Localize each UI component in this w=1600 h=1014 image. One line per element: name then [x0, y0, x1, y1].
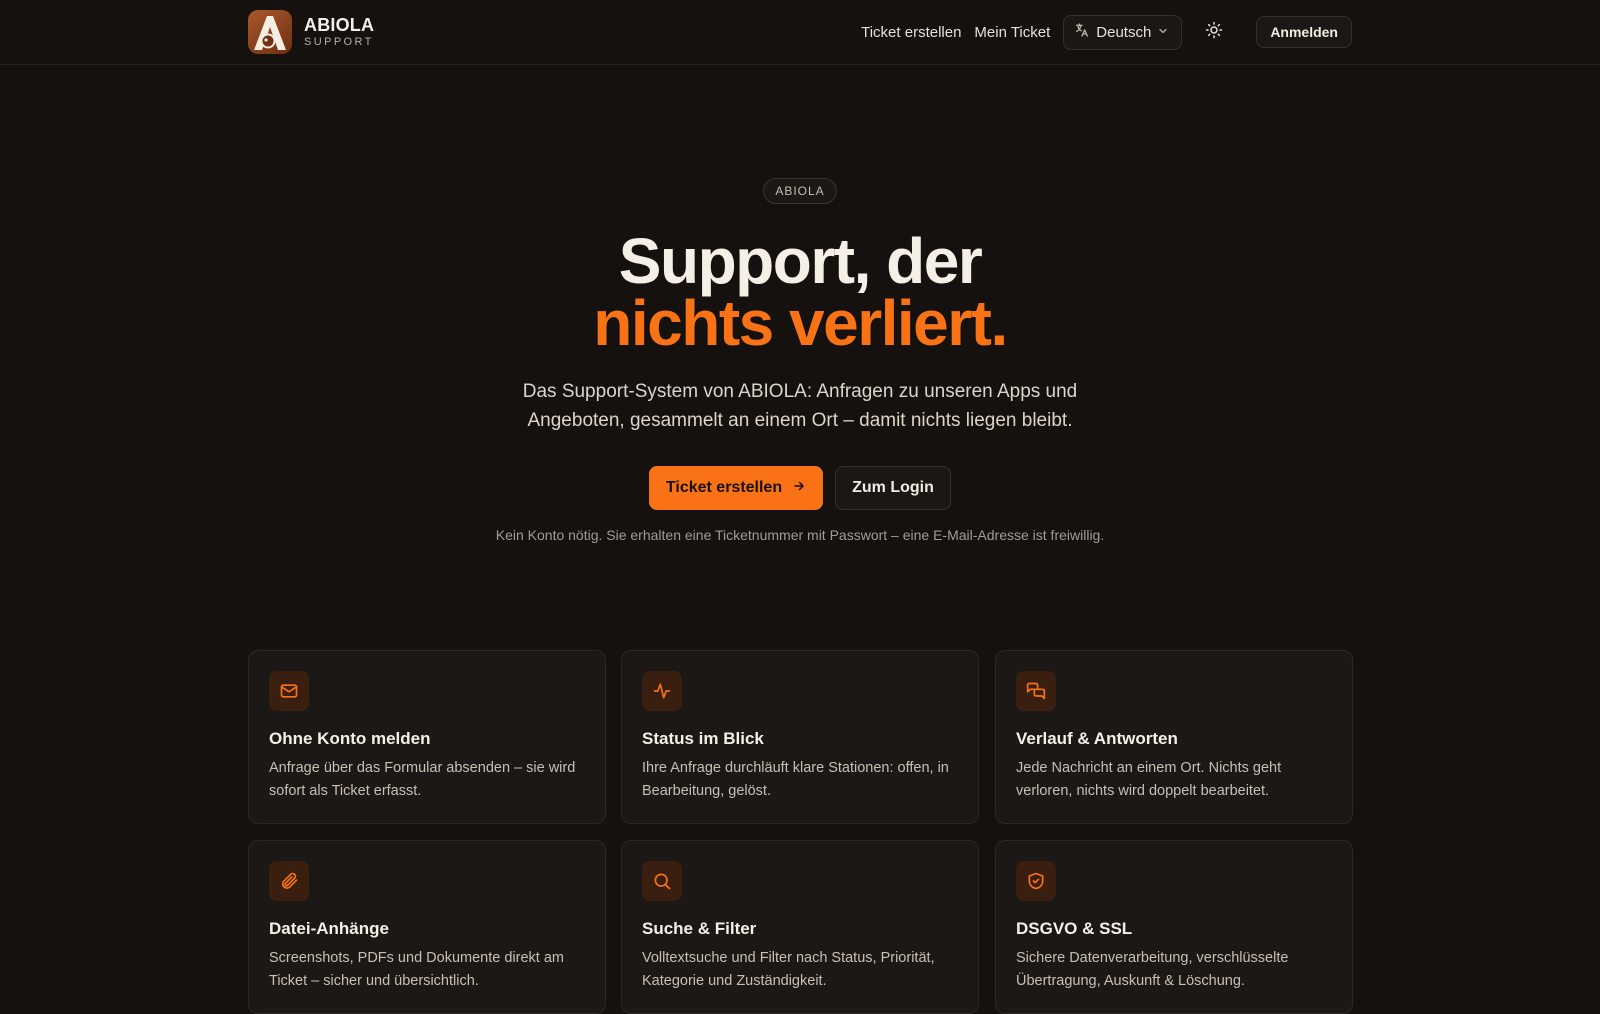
brand-subtitle: SUPPORT [304, 36, 374, 48]
feature-title: Status im Blick [642, 729, 764, 748]
shield-check-icon [1016, 861, 1056, 901]
search-icon [642, 861, 682, 901]
hero-lead-text: Das Support-System von ABIOLA: Anfragen … [522, 381, 1078, 431]
create-ticket-button[interactable]: Ticket erstellen [649, 466, 823, 510]
feature-card: Suche & Filter Volltextsuche und Filter … [621, 840, 979, 1014]
feature-card: Ohne Konto melden Anfrage über das Formu… [248, 650, 606, 824]
chevron-down-icon [1157, 24, 1169, 41]
feature-title: Ohne Konto melden [269, 729, 431, 748]
feature-title: DSGVO & SSL [1016, 919, 1133, 938]
hero-headline-line2: nichts verliert. [593, 287, 1008, 359]
go-to-login-button[interactable]: Zum Login [835, 466, 951, 510]
activity-icon [642, 671, 682, 711]
mail-icon [269, 671, 309, 711]
hero-badge: ABIOLA [763, 178, 837, 204]
feature-description: Jede Nachricht an einem Ort. Nichts geht… [1016, 760, 1282, 799]
arrow-right-icon [792, 479, 806, 498]
brand-name: ABIOLA [304, 15, 375, 35]
feature-description: Sichere Datenverarbeitung, verschlüsselt… [1016, 950, 1289, 989]
feature-description: Anfrage über das Formular absenden – sie… [269, 760, 576, 799]
top-navigation-bar: ABIOLA SUPPORT Ticket erstellen Mein Tic… [0, 0, 1600, 65]
feature-card: Verlauf & Antworten Jede Nachricht an ei… [995, 650, 1353, 824]
chat-icon [1016, 671, 1056, 711]
translate-icon [1074, 22, 1090, 42]
language-select[interactable]: Deutsch [1063, 14, 1183, 50]
main-nav: Ticket erstellen Mein Ticket Deutsch Anm… [848, 14, 1352, 50]
feature-card: DSGVO & SSL Sichere Datenverarbeitung, v… [995, 840, 1353, 1014]
feature-title: Suche & Filter [642, 919, 757, 938]
nav-create-ticket-link[interactable]: Ticket erstellen [861, 24, 961, 41]
theme-toggle-button[interactable] [1202, 20, 1226, 44]
nav-my-ticket-link[interactable]: Mein Ticket [974, 24, 1050, 41]
create-ticket-button-label: Ticket erstellen [665, 479, 783, 496]
hero-headline-line1: Support, der [618, 225, 983, 297]
hero-note: Kein Konto nötig. Sie erhalten eine Tick… [495, 527, 1105, 543]
paperclip-icon [269, 861, 309, 901]
feature-description: Volltextsuche und Filter nach Status, Pr… [642, 950, 935, 989]
language-label: Deutsch [1096, 23, 1152, 41]
feature-title: Verlauf & Antworten [1016, 729, 1178, 748]
feature-description: Screenshots, PDFs und Dokumente direkt a… [269, 950, 564, 989]
abiola-logo-icon [248, 10, 292, 54]
login-button[interactable]: Anmelden [1256, 16, 1352, 48]
feature-description: Ihre Anfrage durchläuft klare Stationen:… [642, 760, 949, 799]
brand-logo-link[interactable]: ABIOLA SUPPORT [248, 10, 374, 54]
feature-card: Datei-Anhänge Screenshots, PDFs und Doku… [248, 840, 606, 1014]
feature-card: Status im Blick Ihre Anfrage durchläuft … [621, 650, 979, 824]
feature-title: Datei-Anhänge [269, 919, 389, 938]
sun-icon [1205, 21, 1223, 44]
